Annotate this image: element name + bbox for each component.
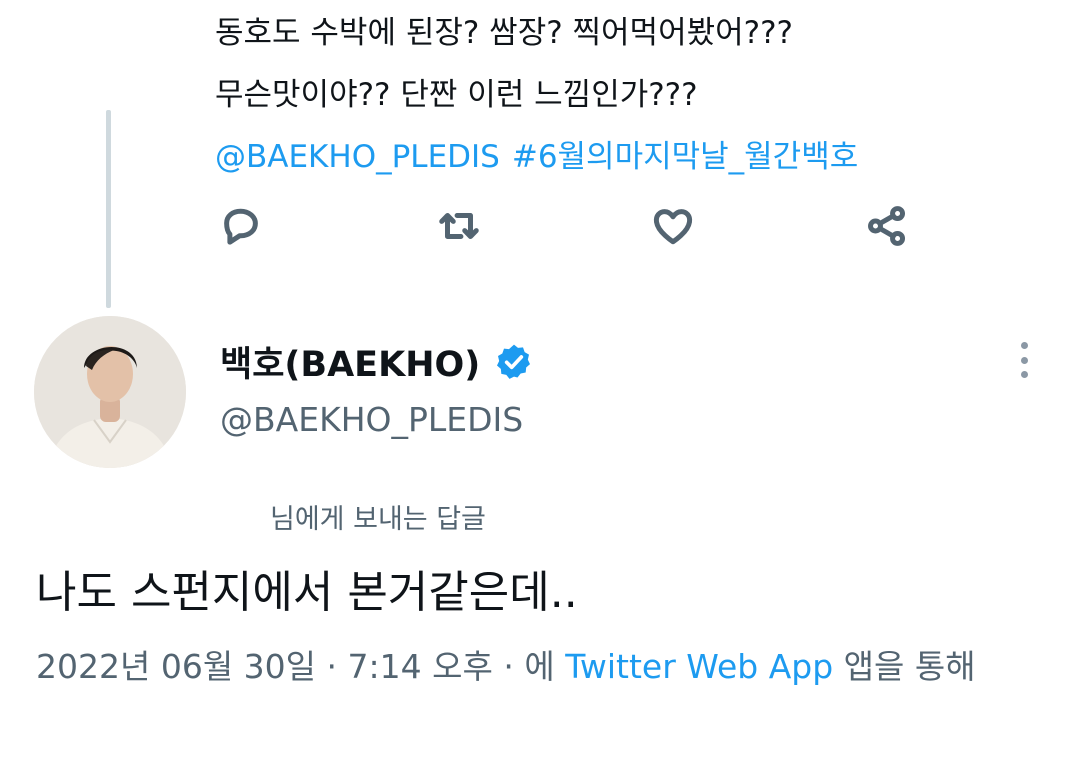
replying-to-label: 님에게 보내는 답글 [270, 504, 486, 535]
verified-badge-icon [497, 344, 531, 379]
via-prefix: 에 [524, 647, 566, 686]
tweet-time[interactable]: 7:14 오후 [348, 647, 493, 686]
tweet-actions-bar [215, 200, 915, 252]
retweet-icon [439, 212, 479, 240]
meta-separator: · [316, 647, 348, 686]
more-options-icon[interactable] [1008, 338, 1040, 382]
mention-link[interactable]: @BAEKHO_PLEDIS [215, 139, 500, 175]
tweet-text: 나도 스펀지에서 본거같은데.. [36, 567, 578, 618]
share-button[interactable] [861, 200, 913, 252]
tweet-detail-view: 동호도 수박에 된장? 쌈장? 찍어먹어봤어??? 무슨맛이야?? 단짠 이런 … [0, 0, 1080, 776]
source-app-link[interactable]: Twitter Web App [565, 647, 833, 686]
meta-separator: · [492, 647, 525, 686]
via-suffix: 앱을 통해 [833, 647, 976, 686]
profile-photo [34, 316, 186, 468]
author-name-text: 백호(BAEKHO) [220, 345, 481, 385]
parent-tweet-line-1: 동호도 수박에 된장? 쌈장? 찍어먹어봤어??? [215, 15, 794, 51]
reply-button[interactable] [215, 200, 267, 252]
reply-icon [224, 208, 258, 245]
share-icon [868, 206, 906, 246]
parent-tweet-text: 동호도 수박에 된장? 쌈장? 찍어먹어봤어??? 무슨맛이야?? 단짠 이런 … [215, 2, 1055, 188]
heart-icon [653, 209, 693, 245]
author-display-name[interactable]: 백호(BAEKHO) [220, 336, 534, 387]
author-handle[interactable]: @BAEKHO_PLEDIS [220, 400, 523, 439]
thread-connector-line [106, 110, 111, 308]
avatar[interactable] [34, 316, 186, 468]
parent-tweet-line-2: 무슨맛이야?? 단짠 이런 느낌인가??? [215, 77, 698, 113]
like-button[interactable] [647, 200, 699, 252]
parent-tweet-links: @BAEKHO_PLEDIS #6월의마지막날_월간백호 [215, 126, 1055, 188]
retweet-button[interactable] [433, 200, 485, 252]
tweet-date[interactable]: 2022년 06월 30일 [36, 647, 316, 686]
hashtag-link[interactable]: #6월의마지막날_월간백호 [512, 139, 858, 175]
tweet-metadata: 2022년 06월 30일 · 7:14 오후 · 에 Twitter Web … [36, 640, 1036, 694]
